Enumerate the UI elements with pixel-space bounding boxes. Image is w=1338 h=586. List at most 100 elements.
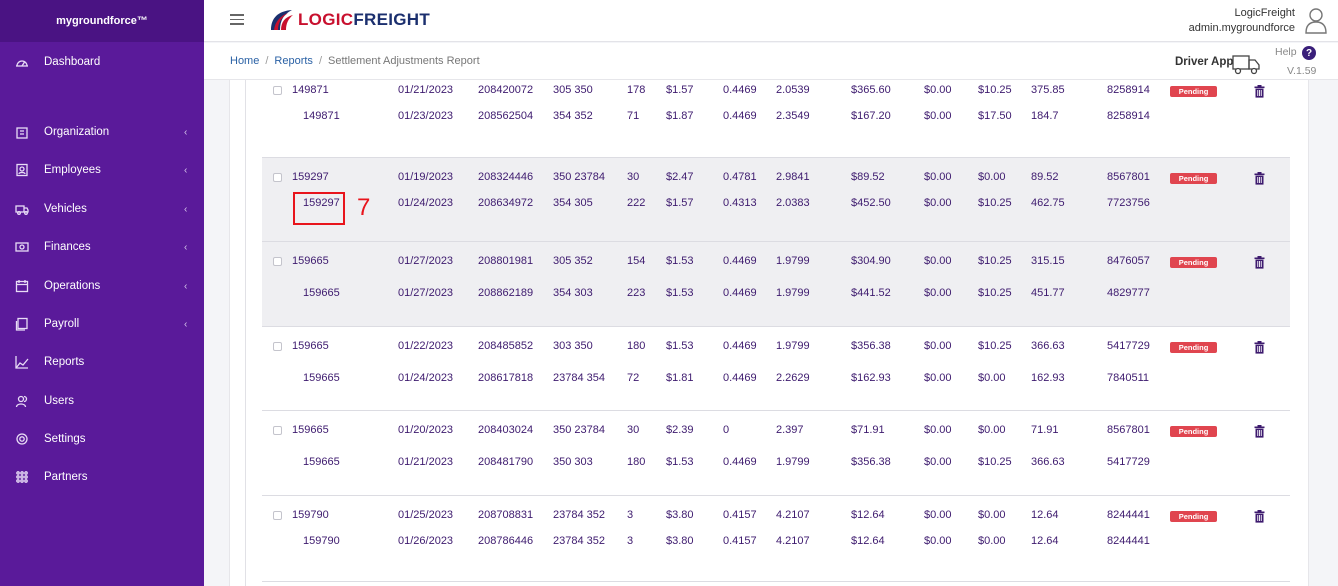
row-checkbox[interactable] — [273, 173, 282, 182]
cell-date: 01/25/2023 — [398, 509, 454, 521]
cell-load-id[interactable]: 159790 — [292, 509, 329, 521]
cell-fee: $0.00 — [978, 372, 1006, 384]
help-label[interactable]: Help — [1275, 46, 1297, 58]
cell-deduction: $0.00 — [924, 197, 952, 209]
cell-reference: 8476057 — [1107, 255, 1150, 267]
cell-adjusted-rate: 2.397 — [776, 424, 804, 436]
trash-icon[interactable] — [1254, 425, 1265, 438]
sidebar-item-users[interactable]: Users — [0, 389, 204, 413]
breadcrumb-current: Settlement Adjustments Report — [328, 55, 480, 67]
logo[interactable]: LOGICFREIGHT — [268, 8, 430, 32]
sidebar-item-label: Vehicles — [44, 203, 87, 215]
cell-reference: 8567801 — [1107, 171, 1150, 183]
cell-load-id[interactable]: 159297 — [292, 171, 329, 183]
settings-icon — [15, 432, 29, 446]
cell-rate: $1.53 — [666, 456, 694, 468]
cell-adjusted-rate: 2.3549 — [776, 110, 810, 122]
help-icon[interactable]: ? — [1302, 46, 1316, 60]
sidebar-item-organization[interactable]: Organization ‹ — [0, 120, 204, 144]
cell-route: 23784 354 — [553, 372, 605, 384]
row-checkbox[interactable] — [273, 511, 282, 520]
cell-amount: $89.52 — [851, 171, 885, 183]
row-checkbox[interactable] — [273, 426, 282, 435]
cell-fee: $0.00 — [978, 171, 1006, 183]
cell-load-id[interactable]: 159665 — [292, 255, 329, 267]
cell-adjusted-rate: 2.0383 — [776, 197, 810, 209]
breadcrumb: Home / Reports / Settlement Adjustments Repo… — [230, 55, 480, 67]
cell-amount: $304.90 — [851, 255, 891, 267]
row-checkbox[interactable] — [273, 342, 282, 351]
breadcrumb-reports[interactable]: Reports — [274, 55, 313, 67]
table-row: 159665 01/27/2023 208862189 354 303 223 $1.53… — [262, 287, 1290, 303]
driver-app-link[interactable]: Driver App — [1175, 56, 1233, 68]
cell-amount: $356.38 — [851, 456, 891, 468]
row-checkbox[interactable] — [273, 86, 282, 95]
chevron-left-icon: ‹ — [184, 241, 188, 253]
cell-load-id[interactable]: 159665 — [303, 456, 340, 468]
sidebar-item-finances[interactable]: Finances ‹ — [0, 235, 204, 259]
cell-date: 01/21/2023 — [398, 456, 454, 468]
row-checkbox[interactable] — [273, 257, 282, 266]
cell-miles: 180 — [627, 456, 646, 468]
trash-icon[interactable] — [1254, 341, 1265, 354]
cell-date: 01/20/2023 — [398, 424, 454, 436]
table-row: 159297 01/24/2023 208634972 354 305 222 $1.57… — [262, 197, 1290, 213]
finances-icon — [15, 240, 29, 254]
sidebar-item-operations[interactable]: Operations ‹ — [0, 274, 204, 298]
cell-date: 01/26/2023 — [398, 535, 454, 547]
sidebar-item-label: Payroll — [44, 318, 80, 330]
sidebar-item-reports[interactable]: Reports — [0, 350, 204, 374]
payroll-icon — [15, 317, 29, 331]
sidebar-item-vehicles[interactable]: Vehicles ‹ — [0, 197, 204, 221]
settlement-group: 159297 01/19/2023 208324446 350 23784 30 $2.4… — [262, 158, 1290, 242]
user-info[interactable]: LogicFreight admin.mygroundforce — [1189, 6, 1295, 36]
sidebar-item-partners[interactable]: Partners — [0, 465, 204, 489]
cell-reference: 7840511 — [1107, 372, 1150, 384]
cell-fee: $10.25 — [978, 255, 1012, 267]
sidebar-item-label: Finances — [44, 241, 91, 253]
cell-fee: $0.00 — [978, 509, 1006, 521]
truck-icon[interactable] — [1232, 53, 1260, 75]
cell-route: 305 352 — [553, 255, 593, 267]
trash-icon[interactable] — [1254, 85, 1265, 98]
top-bar: LOGICFREIGHT LogicFreight admin.myground… — [204, 0, 1338, 42]
trash-icon[interactable] — [1254, 256, 1265, 269]
settlement-group: 159665 01/27/2023 208801981 305 352 154 $1.53… — [262, 242, 1290, 327]
cell-rate: $3.80 — [666, 509, 694, 521]
cell-factor: 0.4469 — [723, 110, 757, 122]
hamburger-menu-icon[interactable] — [230, 14, 244, 25]
cell-amount: $71.91 — [851, 424, 885, 436]
trash-icon[interactable] — [1254, 510, 1265, 523]
cell-load-id[interactable]: 159790 — [303, 535, 340, 547]
sidebar-item-employees[interactable]: Employees ‹ — [0, 158, 204, 182]
cell-factor: 0.4781 — [723, 171, 757, 183]
cell-factor: 0.4469 — [723, 456, 757, 468]
sidebar: mygroundforce™ Dashboard Organization ‹ Emp… — [0, 0, 204, 586]
cell-load-id[interactable]: 159665 — [303, 372, 340, 384]
user-name: LogicFreight — [1234, 7, 1295, 19]
table-row: 159665 01/21/2023 208481790 350 303 180 $1.53… — [262, 456, 1290, 472]
user-avatar-icon[interactable] — [1304, 6, 1328, 34]
cell-reference: 4829777 — [1107, 287, 1150, 299]
cell-total: 366.63 — [1031, 456, 1065, 468]
cell-miles: 72 — [627, 372, 640, 384]
cell-load-id[interactable]: 149871 — [303, 110, 340, 122]
user-email: admin.mygroundforce — [1188, 22, 1295, 34]
cell-date: 01/24/2023 — [398, 372, 454, 384]
breadcrumb-home[interactable]: Home — [230, 55, 259, 67]
sidebar-item-dashboard[interactable]: Dashboard — [0, 50, 204, 74]
cell-deduction: $0.00 — [924, 255, 952, 267]
sidebar-item-payroll[interactable]: Payroll ‹ — [0, 312, 204, 336]
cell-total: 366.63 — [1031, 340, 1065, 352]
cell-total: 12.64 — [1031, 535, 1059, 547]
cell-load-id[interactable]: 159665 — [292, 424, 329, 436]
cell-route: 303 350 — [553, 340, 593, 352]
annotation-number: 7 — [357, 194, 371, 221]
users-icon — [15, 394, 29, 408]
cell-load-id[interactable]: 159665 — [303, 287, 340, 299]
cell-load-id[interactable]: 159665 — [292, 340, 329, 352]
cell-order-number: 208420072 — [478, 84, 534, 96]
cell-load-id[interactable]: 149871 — [292, 84, 329, 96]
sidebar-item-settings[interactable]: Settings — [0, 427, 204, 451]
trash-icon[interactable] — [1254, 172, 1265, 185]
